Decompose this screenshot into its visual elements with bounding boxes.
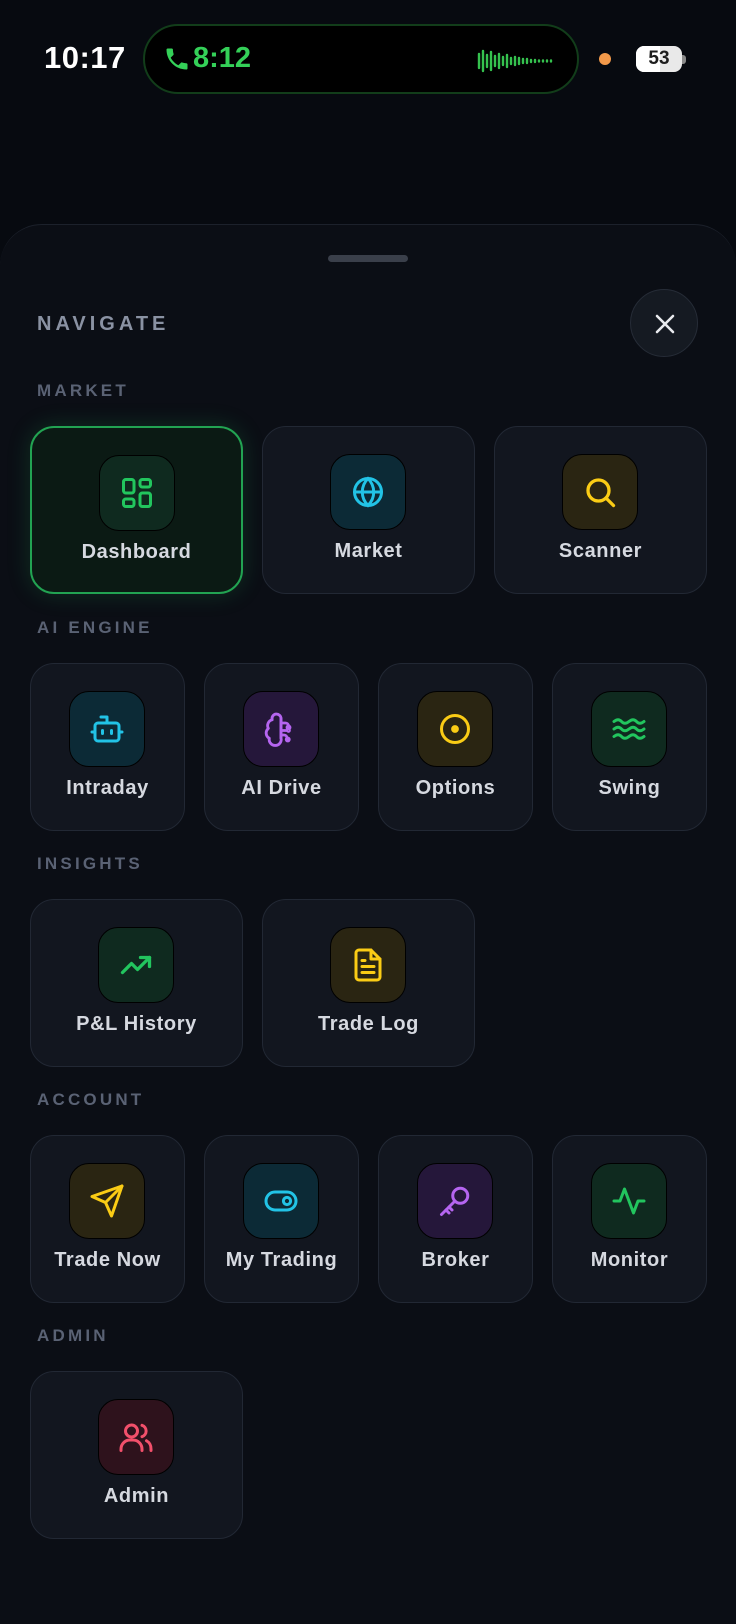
tile-label: AI Drive <box>241 777 322 799</box>
bot-icon <box>69 691 145 767</box>
battery-percent: 53 <box>648 48 670 69</box>
microphone-indicator-dot <box>599 53 611 65</box>
battery-cap <box>682 55 686 64</box>
battery-icon: 53 <box>636 46 682 72</box>
target-icon <box>417 691 493 767</box>
tile-dashboard[interactable]: Dashboard <box>30 426 243 594</box>
section-label-market: MARKET <box>37 381 129 400</box>
toggle-icon <box>243 1163 319 1239</box>
section-label-account: ACCOUNT <box>37 1090 145 1109</box>
tile-market[interactable]: Market <box>262 426 475 594</box>
activity-icon <box>591 1163 667 1239</box>
tile-pl-history[interactable]: P&L History <box>30 899 243 1067</box>
tile-intraday[interactable]: Intraday <box>30 663 185 831</box>
tile-my-trading[interactable]: My Trading <box>204 1135 359 1303</box>
tile-label: Broker <box>421 1249 490 1271</box>
tile-label: Trade Log <box>318 1013 419 1035</box>
navigation-sheet: NAVIGATE MARKET Dashboard Market Scanner… <box>0 224 736 1624</box>
sheet-drag-handle[interactable] <box>328 255 408 262</box>
tile-broker[interactable]: Broker <box>378 1135 533 1303</box>
key-icon <box>417 1163 493 1239</box>
phone-icon <box>166 48 188 70</box>
close-icon <box>655 314 675 334</box>
tile-label: Monitor <box>590 1249 669 1271</box>
globe-icon <box>330 454 406 530</box>
call-duration: 8:12 <box>193 42 252 74</box>
users-icon <box>98 1399 174 1475</box>
tile-label: My Trading <box>225 1249 338 1271</box>
document-icon <box>330 927 406 1003</box>
tile-swing[interactable]: Swing <box>552 663 707 831</box>
tile-label: Swing <box>598 777 661 799</box>
tile-label: Market <box>334 540 403 562</box>
section-label-ai-engine: AI ENGINE <box>37 618 153 637</box>
tile-ai-drive[interactable]: AI Drive <box>204 663 359 831</box>
close-button[interactable] <box>630 289 698 357</box>
section-label-insights: INSIGHTS <box>37 854 143 873</box>
tile-admin[interactable]: Admin <box>30 1371 243 1539</box>
audio-waveform-icon <box>477 49 553 73</box>
waves-icon <box>591 691 667 767</box>
tile-trade-now[interactable]: Trade Now <box>30 1135 185 1303</box>
dynamic-island-call[interactable]: 8:12 <box>143 24 579 94</box>
tile-label: Scanner <box>558 540 643 562</box>
tile-label: Trade Now <box>54 1249 161 1271</box>
tile-trade-log[interactable]: Trade Log <box>262 899 475 1067</box>
send-icon <box>69 1163 145 1239</box>
brain-icon <box>243 691 319 767</box>
tile-label: P&L History <box>76 1013 197 1035</box>
tile-monitor[interactable]: Monitor <box>552 1135 707 1303</box>
status-time: 10:17 <box>44 40 126 75</box>
search-icon <box>562 454 638 530</box>
trending-up-icon <box>98 927 174 1003</box>
tile-label: Dashboard <box>81 541 192 563</box>
tile-options[interactable]: Options <box>378 663 533 831</box>
tile-label: Options <box>415 777 496 799</box>
tile-scanner[interactable]: Scanner <box>494 426 707 594</box>
sheet-title: NAVIGATE <box>37 313 170 335</box>
section-label-admin: ADMIN <box>37 1326 109 1345</box>
tile-label: Intraday <box>66 777 149 799</box>
dashboard-icon <box>99 455 175 531</box>
tile-label: Admin <box>103 1485 170 1507</box>
